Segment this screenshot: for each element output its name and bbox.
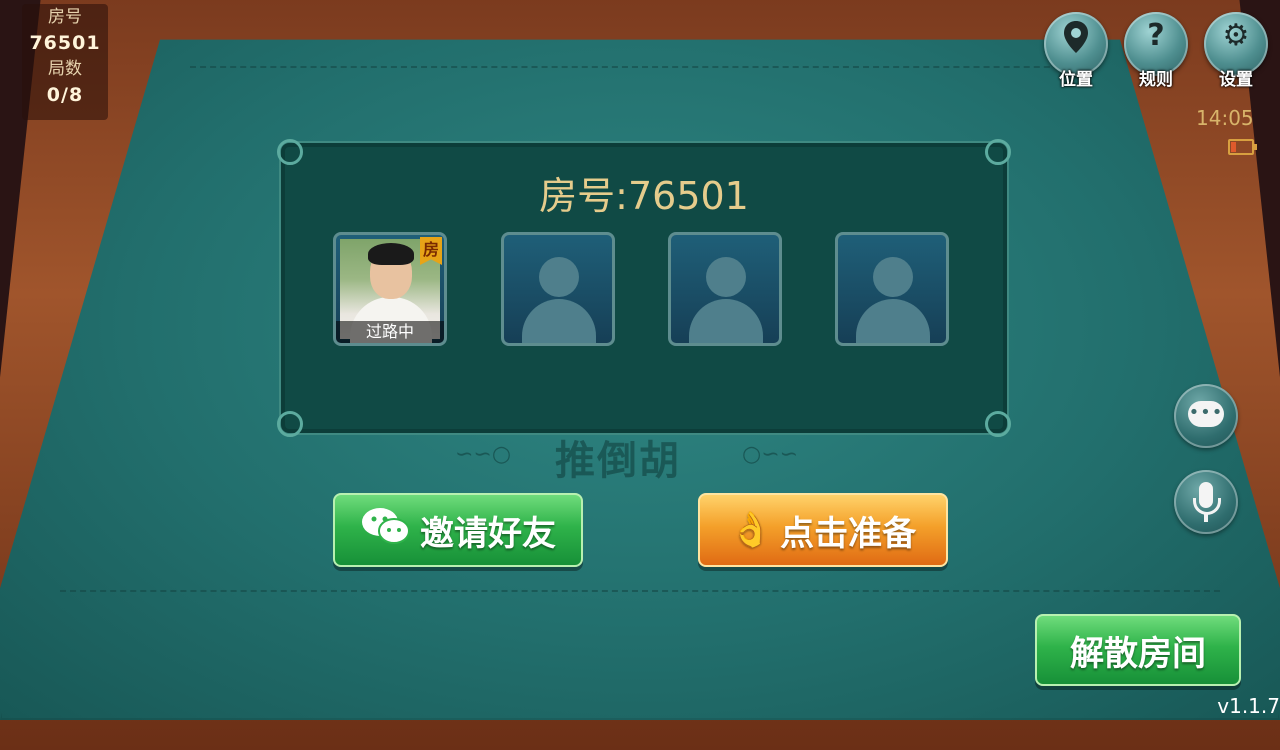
panel-room-title: 房号:76501 [539,174,749,218]
player-status: 过路中 [336,321,444,343]
corner-ornament [277,139,303,165]
round-count-value: 0/8 [46,84,84,106]
room-panel: 房号:76501 房 过路中 [277,139,1011,437]
room-number-label: 房号 [48,7,82,27]
room-info-panel: 房号 76501 局数 0/8 [22,4,108,120]
empty-seat-3[interactable] [668,232,782,346]
gear-icon: ⚙ [1222,18,1250,53]
location-label: 位置 [1059,70,1093,90]
round-count-label: 局数 [48,59,82,79]
empty-avatar-icon [873,257,913,297]
corner-ornament [277,411,303,437]
felt-pattern-top [190,66,1090,68]
settings-button[interactable]: ⚙ 设置 [1204,12,1268,90]
corner-ornament [985,411,1011,437]
chat-button[interactable]: ••• [1174,384,1238,448]
invite-friends-button[interactable]: 邀请好友 [333,493,583,567]
dissolve-room-button[interactable]: 解散房间 [1035,614,1241,686]
dissolve-room-label: 解散房间 [1070,633,1206,674]
player-seat-1[interactable]: 房 过路中 [333,232,447,346]
empty-seat-2[interactable] [501,232,615,346]
empty-avatar-icon [539,257,579,297]
question-mark-icon: ? [1147,18,1165,53]
cloud-ornament-left: ∽∽○ [455,442,512,467]
ready-button[interactable]: 👌 点击准备 [698,493,948,567]
empty-seat-4[interactable] [835,232,949,346]
room-number-value: 76501 [29,32,101,54]
empty-avatar-icon [706,257,746,297]
cloud-ornament-right: ○∽∽ [742,442,799,467]
battery-low-icon [1228,139,1257,155]
game-name-watermark: 推倒胡 [555,438,681,484]
clock: 14:05 [1196,106,1254,130]
hand-ok-icon: 👌 [729,510,773,550]
rules-label: 规则 [1139,70,1173,90]
voice-button[interactable] [1174,470,1238,534]
felt-pattern-bottom [60,590,1220,592]
settings-label: 设置 [1219,70,1253,90]
location-pin-icon [1044,20,1108,61]
rules-button[interactable]: ? 规则 [1124,12,1188,90]
location-button[interactable]: 位置 [1044,12,1108,90]
corner-ornament [985,139,1011,165]
chat-bubble-icon: ••• [1188,401,1224,427]
wechat-icon [360,506,412,555]
invite-friends-label: 邀请好友 [420,513,556,554]
ready-label: 点击准备 [780,513,917,554]
version-label: v1.1.7 [1217,694,1280,718]
